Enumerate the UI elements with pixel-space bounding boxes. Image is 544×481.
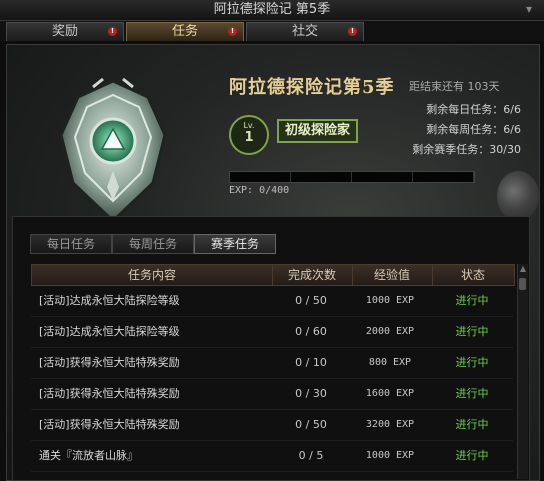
window-title-bar: 阿拉德探险记 第5季 ▾ (0, 0, 544, 21)
tab-social[interactable]: 社交 ! (246, 22, 364, 41)
task-count: 0 / 10 (295, 356, 327, 369)
level-value: 1 (244, 130, 254, 145)
tab-rewards[interactable]: 奖励 ! (6, 22, 124, 41)
window-title: 阿拉德探险记 第5季 (213, 2, 331, 17)
subtab-season[interactable]: 赛季任务 (194, 234, 276, 254)
task-status: 进行中 (455, 387, 489, 400)
task-count: 0 / 50 (295, 294, 327, 307)
table-row[interactable]: 通关『流放者山脉』 0 / 5 1000 EXP 进行中 (31, 441, 513, 472)
season-title: 阿拉德探险记第5季 (229, 77, 395, 98)
task-name: [活动]获得永恒大陆特殊奖励 (39, 356, 180, 369)
scroll-up-icon[interactable]: ▲ (518, 264, 528, 274)
alert-badge-icon: ! (108, 27, 117, 36)
table-row[interactable]: [活动]获得永恒大陆特殊奖励 0 / 10 800 EXP 进行中 (31, 348, 513, 379)
table-header: 任务内容 完成次数 经验值 状态 (31, 264, 515, 286)
remaining-season: 剩余赛季任务：30/30 (412, 143, 521, 156)
table-row[interactable]: [活动]达成永恒大陆探险等级 0 / 50 1000 EXP 进行中 (31, 286, 513, 317)
task-status: 进行中 (455, 449, 489, 462)
task-name: [活动]达成永恒大陆探险等级 (39, 325, 180, 338)
header-exp: 经验值 (352, 265, 433, 285)
exp-progress-bar (229, 171, 475, 183)
tab-tasks[interactable]: 任务 ! (126, 22, 244, 41)
task-count: 0 / 5 (298, 449, 324, 462)
task-count: 0 / 60 (295, 325, 327, 338)
season-countdown: 距结束还有 103天 (409, 80, 500, 93)
task-status: 进行中 (455, 325, 489, 338)
tab-social-label: 社交 (291, 24, 318, 39)
main-tab-bar: 奖励 ! 任务 ! 社交 ! (0, 21, 544, 41)
alert-badge-icon: ! (348, 27, 357, 36)
task-list-scrollbar[interactable]: ▲ (517, 264, 528, 479)
task-exp: 1000 EXP (365, 450, 415, 461)
task-name: 通关『流放者山脉』 (39, 449, 138, 462)
task-exp: 2000 EXP (365, 326, 415, 337)
task-exp: 800 EXP (368, 357, 412, 368)
task-exp: 1000 EXP (365, 295, 415, 306)
table-row[interactable]: [活动]达成永恒大陆探险等级 0 / 60 2000 EXP 进行中 (31, 317, 513, 348)
remaining-daily: 剩余每日任务：6/6 (426, 103, 521, 116)
season-medal-icon (59, 77, 167, 224)
remaining-weekly: 剩余每周任务：6/6 (426, 123, 521, 136)
header-task: 任务内容 (32, 265, 273, 285)
compass-icon (497, 171, 539, 221)
level-badge: Lv. 1 (229, 115, 269, 155)
header-status: 状态 (460, 268, 485, 282)
task-name: [活动]达成永恒大陆探险等级 (39, 294, 180, 307)
table-row[interactable]: [活动]获得永恒大陆特殊奖励 0 / 50 3200 EXP 进行中 (31, 410, 513, 441)
alert-badge-icon: ! (228, 27, 237, 36)
task-count: 0 / 30 (295, 387, 327, 400)
rank-title: 初级探险家 (277, 119, 359, 143)
table-row[interactable]: [活动]获得永恒大陆特殊奖励 0 / 30 1600 EXP 进行中 (31, 379, 513, 410)
task-exp: 3200 EXP (365, 419, 415, 430)
task-name: [活动]获得永恒大陆特殊奖励 (39, 418, 180, 431)
window-menu-icon[interactable]: ▾ (522, 2, 536, 16)
task-status: 进行中 (455, 356, 489, 369)
tab-rewards-label: 奖励 (51, 24, 78, 39)
task-status: 进行中 (455, 294, 489, 307)
subtab-weekly[interactable]: 每周任务 (112, 234, 194, 254)
tab-tasks-label: 任务 (171, 24, 198, 39)
scroll-thumb[interactable] (519, 278, 526, 290)
header-count: 完成次数 (272, 265, 353, 285)
subtab-daily[interactable]: 每日任务 (30, 234, 112, 254)
task-status: 进行中 (455, 418, 489, 431)
task-name: [活动]获得永恒大陆特殊奖励 (39, 387, 180, 400)
exp-text: EXP: 0/400 (229, 185, 290, 196)
task-count: 0 / 50 (295, 418, 327, 431)
task-exp: 1600 EXP (365, 388, 415, 399)
